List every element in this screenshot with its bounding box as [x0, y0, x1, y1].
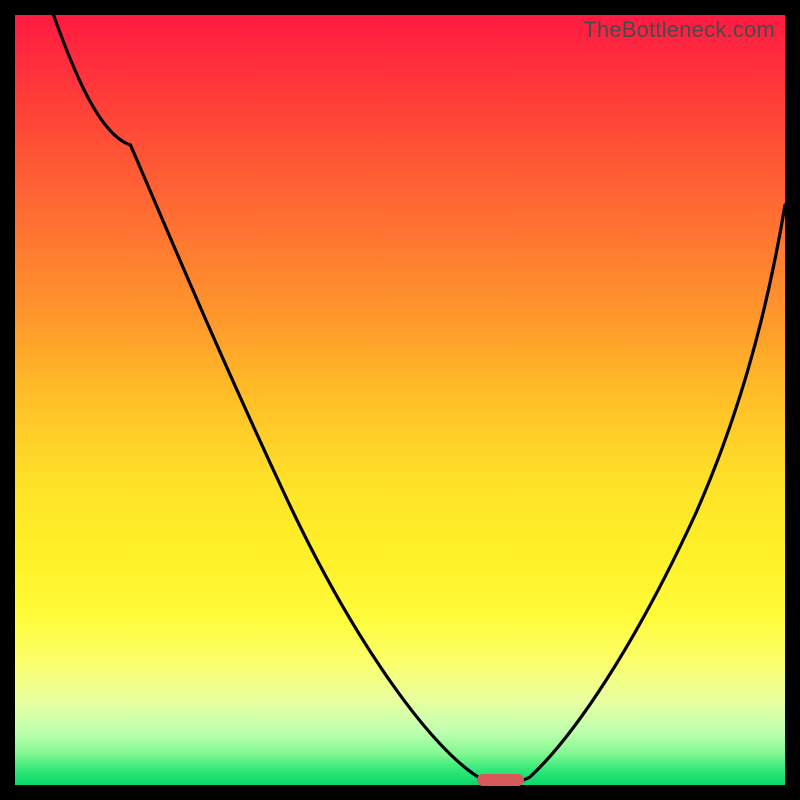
watermark-text: TheBottleneck.com — [583, 17, 775, 43]
curve-path — [54, 15, 786, 784]
bottleneck-curve — [15, 15, 785, 785]
chart-frame: TheBottleneck.com — [0, 0, 800, 800]
plot-area: TheBottleneck.com — [15, 15, 785, 785]
optimal-marker — [477, 774, 524, 786]
